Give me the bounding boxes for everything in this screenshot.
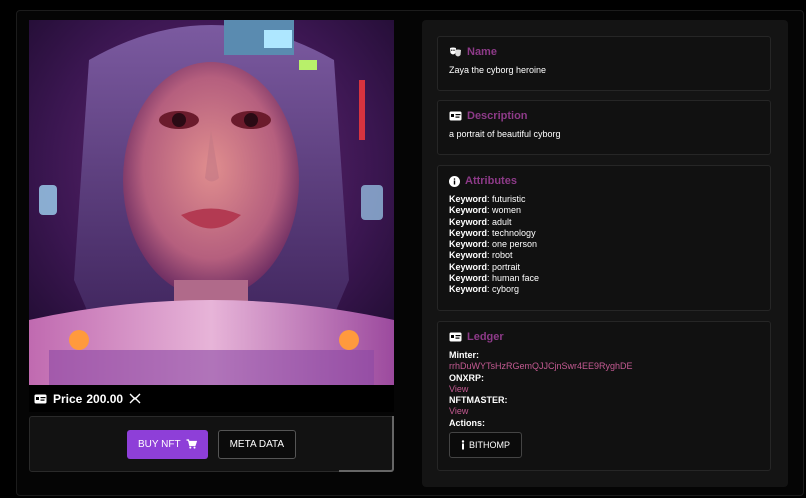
minter-label: Minter: bbox=[449, 350, 479, 360]
ledger-card-title: Ledger bbox=[467, 331, 504, 343]
description-card: Description a portrait of beautiful cybo… bbox=[437, 100, 771, 155]
minter-address-link[interactable]: rrhDuWYTsHzRGemQJJCjnSwr4EE9RyghDE bbox=[449, 361, 759, 372]
bithomp-label: BITHOMP bbox=[469, 440, 511, 451]
id-card-icon bbox=[34, 394, 47, 404]
attribute-row: Keyword: technology bbox=[449, 227, 536, 238]
name-card-title: Name bbox=[467, 46, 497, 58]
attribute-row: Keyword: human face bbox=[449, 273, 540, 284]
attribute-row: Keyword: portrait bbox=[449, 261, 521, 272]
xrp-icon bbox=[129, 393, 141, 404]
onxrp-view-link[interactable]: View bbox=[449, 384, 759, 395]
attribute-row: Keyword: futuristic bbox=[449, 194, 526, 204]
meta-data-button[interactable]: META DATA bbox=[217, 429, 297, 459]
masks-icon bbox=[449, 47, 462, 58]
nftmaster-view-link[interactable]: View bbox=[449, 406, 759, 417]
attribute-row: Keyword: women bbox=[449, 205, 522, 216]
bithomp-button[interactable]: BITHOMP bbox=[449, 432, 523, 459]
attributes-list: Keyword: futuristic Keyword: women Keywo… bbox=[449, 194, 759, 296]
attribute-row: Keyword: robot bbox=[449, 250, 513, 261]
description-card-title: Description bbox=[467, 110, 528, 122]
attributes-card-title: Attributes bbox=[465, 175, 517, 187]
nftmaster-label: NFTMASTER: bbox=[449, 395, 508, 406]
attribute-row: Keyword: cyborg bbox=[449, 284, 520, 295]
actions-label: Actions: bbox=[449, 417, 485, 428]
name-card: Name Zaya the cyborg heroine bbox=[437, 36, 771, 91]
actions-card: BUY NFT META DATA bbox=[29, 416, 394, 472]
price-value: 200.00 bbox=[86, 391, 124, 406]
details-panel: Name Zaya the cyborg heroine Description… bbox=[422, 20, 788, 487]
price-bar: Price 200.00 bbox=[29, 385, 394, 412]
buy-nft-label: BUY NFT bbox=[137, 438, 181, 450]
cart-icon bbox=[186, 439, 197, 449]
info-small-icon bbox=[461, 440, 465, 450]
attributes-card: Attributes Keyword: futuristic Keyword: … bbox=[437, 165, 771, 311]
nft-image bbox=[29, 20, 394, 385]
attribute-row: Keyword: adult bbox=[449, 216, 512, 227]
id-card-icon bbox=[449, 111, 462, 121]
attribute-row: Keyword: one person bbox=[449, 239, 538, 250]
price-label: Price bbox=[53, 391, 83, 406]
card-corner-accent bbox=[339, 416, 394, 472]
nft-name: Zaya the cyborg heroine bbox=[449, 65, 547, 75]
nft-description: a portrait of beautiful cyborg bbox=[449, 129, 561, 139]
ledger-body: Minter: rrhDuWYTsHzRGemQJJCjnSwr4EE9Rygh… bbox=[449, 350, 759, 459]
id-card-icon bbox=[449, 332, 462, 342]
info-icon bbox=[449, 175, 460, 187]
buy-nft-button[interactable]: BUY NFT bbox=[126, 429, 208, 459]
onxrp-label: ONXRP: bbox=[449, 372, 485, 383]
ledger-card: Ledger Minter: rrhDuWYTsHzRGemQJJCjnSwr4… bbox=[437, 321, 771, 471]
